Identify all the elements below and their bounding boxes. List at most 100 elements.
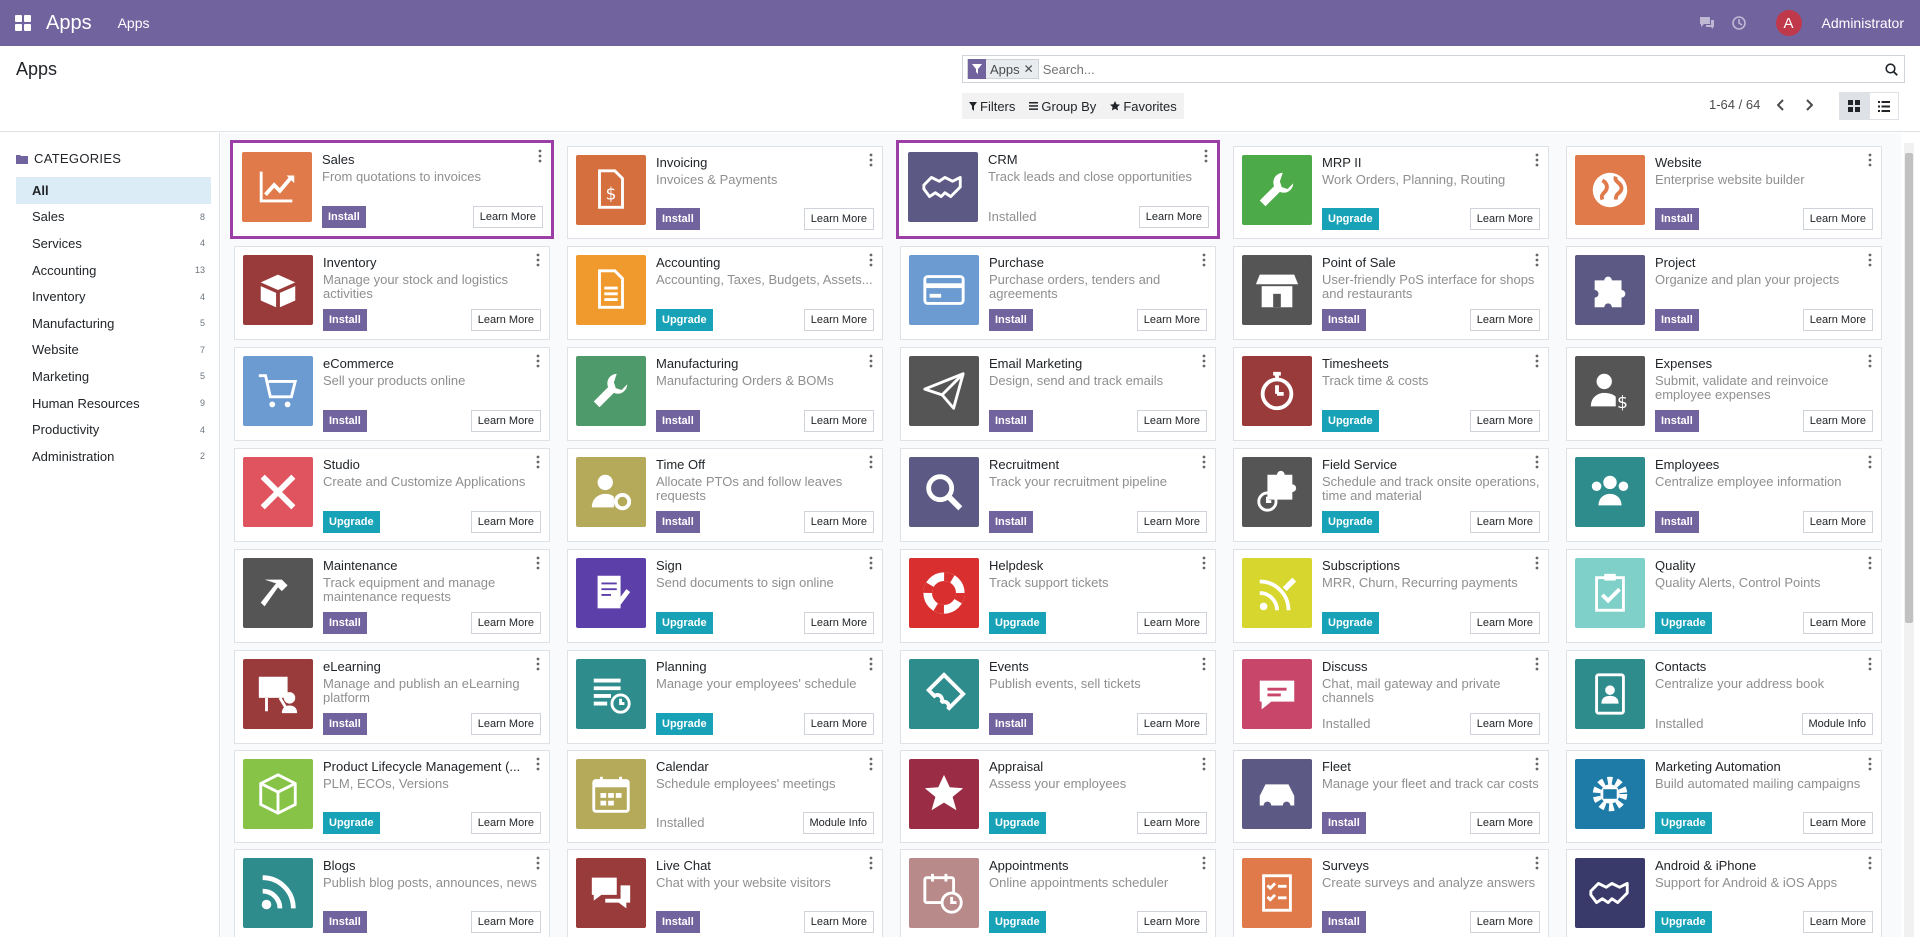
learn-more-button[interactable]: Learn More <box>1802 812 1873 834</box>
app-card[interactable]: Surveys Create surveys and analyze answer… <box>1233 849 1549 937</box>
sidebar-item-human-resources[interactable]: Human Resources 9 <box>16 390 211 417</box>
app-card[interactable]: Android & iPhone Support for Android & iO… <box>1566 849 1882 937</box>
pager-previous-icon[interactable] <box>1770 94 1792 116</box>
kebab-menu-icon[interactable] <box>535 657 541 671</box>
learn-more-button[interactable]: Learn More <box>1469 911 1540 933</box>
search-icon[interactable] <box>1878 62 1904 76</box>
kebab-menu-icon[interactable] <box>1867 657 1873 671</box>
facet-remove-icon[interactable]: ✕ <box>1024 62 1038 76</box>
learn-more-button[interactable]: Learn More <box>1469 309 1540 331</box>
kebab-menu-icon[interactable] <box>868 153 874 167</box>
kebab-menu-icon[interactable] <box>1201 253 1207 267</box>
kebab-menu-icon[interactable] <box>1201 757 1207 771</box>
kebab-menu-icon[interactable] <box>537 149 543 163</box>
learn-more-button[interactable]: Learn More <box>1469 511 1540 533</box>
learn-more-button[interactable]: Learn More <box>1138 206 1209 228</box>
app-card[interactable]: Inventory Manage your stock and logistics… <box>234 246 550 340</box>
ticket-icon[interactable] <box>909 659 979 729</box>
app-card[interactable]: Accounting Accounting, Taxes, Budgets, As… <box>567 246 883 340</box>
rss-pencil-icon[interactable] <box>1242 558 1312 628</box>
upgrade-button[interactable]: Upgrade <box>989 812 1046 834</box>
user-gear-icon[interactable] <box>576 457 646 527</box>
install-button[interactable]: Install <box>656 911 700 933</box>
app-card[interactable]: eLearning Manage and publish an eLearning… <box>234 650 550 744</box>
kebab-menu-icon[interactable] <box>1867 153 1873 167</box>
kebab-menu-icon[interactable] <box>1867 757 1873 771</box>
app-card[interactable]: Blogs Publish blog posts, announces, news… <box>234 849 550 937</box>
navbar-menu-apps[interactable]: Apps <box>118 15 150 31</box>
app-card[interactable]: Fleet Manage your fleet and track car cos… <box>1233 750 1549 843</box>
upgrade-button[interactable]: Upgrade <box>989 612 1046 634</box>
kebab-menu-icon[interactable] <box>868 657 874 671</box>
hammer-icon[interactable] <box>243 558 313 628</box>
sidebar-item-inventory[interactable]: Inventory 4 <box>16 283 211 310</box>
upgrade-button[interactable]: Upgrade <box>656 612 713 634</box>
kebab-menu-icon[interactable] <box>1867 856 1873 870</box>
kebab-menu-icon[interactable] <box>1867 354 1873 368</box>
kebab-menu-icon[interactable] <box>535 354 541 368</box>
clock-icon[interactable] <box>1730 14 1748 32</box>
app-card[interactable]: Website Enterprise website builder Install… <box>1566 146 1882 239</box>
learn-more-button[interactable]: Learn More <box>1136 511 1207 533</box>
install-button[interactable]: Install <box>323 911 367 933</box>
learn-more-button[interactable]: Learn More <box>803 612 874 634</box>
invoice-icon[interactable]: $ <box>576 155 646 225</box>
kebab-menu-icon[interactable] <box>1201 455 1207 469</box>
kebab-menu-icon[interactable] <box>868 354 874 368</box>
user-dollar-icon[interactable]: $ <box>1575 356 1645 426</box>
scrollbar[interactable] <box>1904 143 1914 937</box>
learn-more-button[interactable]: Learn More <box>803 713 874 735</box>
learn-more-button[interactable]: Learn More <box>1802 309 1873 331</box>
kebab-menu-icon[interactable] <box>535 856 541 870</box>
install-button[interactable]: Install <box>323 309 367 331</box>
scrollbar-thumb[interactable] <box>1905 153 1913 623</box>
app-card[interactable]: Marketing Automation Build automated mail… <box>1566 750 1882 843</box>
upgrade-button[interactable]: Upgrade <box>1322 511 1379 533</box>
sidebar-item-administration[interactable]: Administration 2 <box>16 443 211 470</box>
kebab-menu-icon[interactable] <box>1534 657 1540 671</box>
sidebar-item-accounting[interactable]: Accounting 13 <box>16 257 211 284</box>
sidebar-item-manufacturing[interactable]: Manufacturing 5 <box>16 310 211 337</box>
install-button[interactable]: Install <box>1655 410 1699 432</box>
install-button[interactable]: Install <box>989 309 1033 331</box>
app-card[interactable]: Live Chat Chat with your website visitors… <box>567 849 883 937</box>
list-view-icon[interactable] <box>1869 92 1899 120</box>
puzzle-clock-icon[interactable] <box>1242 457 1312 527</box>
kebab-menu-icon[interactable] <box>1534 455 1540 469</box>
learn-more-button[interactable]: Learn More <box>1136 911 1207 933</box>
puzzle-icon[interactable] <box>1575 255 1645 325</box>
handshake-icon[interactable] <box>1575 858 1645 928</box>
upgrade-button[interactable]: Upgrade <box>1655 911 1712 933</box>
app-card[interactable]: Subscriptions MRR, Churn, Recurring payme… <box>1233 549 1549 643</box>
rss-icon[interactable] <box>243 858 313 928</box>
learn-more-button[interactable]: Learn More <box>1136 612 1207 634</box>
tools-icon[interactable] <box>243 457 313 527</box>
app-card[interactable]: Quality Quality Alerts, Control Points Upg… <box>1566 549 1882 643</box>
learn-more-button[interactable]: Learn More <box>470 511 541 533</box>
upgrade-button[interactable]: Upgrade <box>656 309 713 331</box>
kebab-menu-icon[interactable] <box>1534 856 1540 870</box>
kebab-menu-icon[interactable] <box>1534 556 1540 570</box>
navbar-brand[interactable]: Apps <box>46 12 92 35</box>
app-card[interactable]: Point of Sale User-friendly PoS interface… <box>1233 246 1549 340</box>
upgrade-button[interactable]: Upgrade <box>323 812 380 834</box>
filters-button[interactable]: Filters <box>962 93 1022 119</box>
wrench-icon[interactable] <box>576 356 646 426</box>
learn-more-button[interactable]: Learn More <box>803 309 874 331</box>
app-card[interactable]: Studio Create and Customize Applications U… <box>234 448 550 542</box>
app-card[interactable]: Appointments Online appointments schedule… <box>900 849 1216 937</box>
install-button[interactable]: Install <box>323 612 367 634</box>
user-avatar[interactable]: A <box>1775 10 1802 36</box>
install-button[interactable]: Install <box>989 713 1033 735</box>
kanban-view-icon[interactable] <box>1839 92 1869 120</box>
kebab-menu-icon[interactable] <box>535 556 541 570</box>
kebab-menu-icon[interactable] <box>1201 556 1207 570</box>
sidebar-item-website[interactable]: Website 7 <box>16 337 211 364</box>
credit-card-icon[interactable] <box>909 255 979 325</box>
learn-more-button[interactable]: Learn More <box>1802 410 1873 432</box>
learn-more-button[interactable]: Learn More <box>470 410 541 432</box>
magnifier-icon[interactable] <box>909 457 979 527</box>
install-button[interactable]: Install <box>1322 309 1366 331</box>
learn-more-button[interactable]: Learn More <box>1469 612 1540 634</box>
calendar-clock-icon[interactable] <box>909 858 979 928</box>
